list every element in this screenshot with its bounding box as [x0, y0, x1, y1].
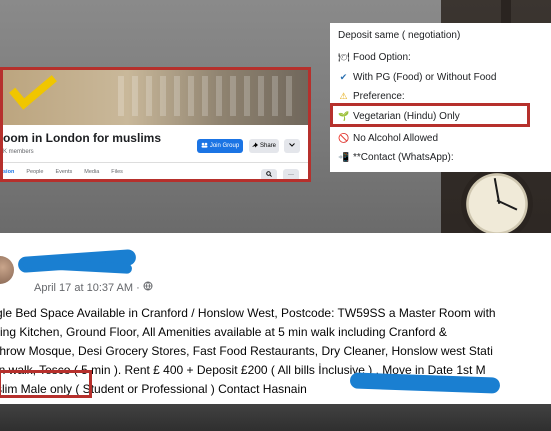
share-icon — [251, 142, 258, 150]
avatar[interactable] — [0, 256, 14, 284]
food-choice-line: ✔ With PG (Food) or Without Food — [339, 72, 497, 83]
plate-icon: 🍽 — [338, 52, 350, 62]
check-icon: ✔ — [339, 72, 348, 82]
no-icon: 🚫 — [338, 133, 350, 143]
tab-media[interactable]: Media — [84, 169, 99, 175]
post-timestamp[interactable]: April 17 at 10:37 AM · — [34, 281, 153, 294]
group-members-count: K members — [3, 149, 34, 155]
vegetarian-highlight-box — [330, 103, 530, 127]
join-group-label: Join Group — [209, 143, 240, 149]
group-more-button[interactable]: ··· — [283, 169, 299, 179]
no-alcohol-line: 🚫 No Alcohol Allowed — [338, 133, 439, 144]
more-options-button[interactable] — [284, 139, 300, 153]
post-line: throw Mosque, Desi Grocery Stores, Fast … — [0, 344, 493, 358]
group-tabs: sion People Events Media Files — [3, 169, 123, 175]
post-line: gle Bed Space Available in Cranford / Ho… — [0, 306, 496, 320]
divider — [3, 162, 308, 163]
warning-icon: ⚠ — [339, 91, 348, 101]
deposit-line: Deposit same ( negotiation) — [338, 30, 461, 41]
tab-people[interactable]: People — [26, 169, 43, 175]
listing-details-panel: Deposit same ( negotiation) 🍽 Food Optio… — [330, 23, 551, 172]
group-cover-photo — [3, 70, 308, 125]
male-only-highlight-box — [0, 370, 92, 398]
tab-discussion[interactable]: sion — [3, 169, 14, 175]
contact-line: 📲 **Contact (WhatsApp): — [338, 152, 454, 163]
group-card: oom in London for muslims K members Join… — [0, 67, 311, 182]
tab-files[interactable]: Files — [111, 169, 123, 175]
clock-face — [461, 168, 533, 240]
share-label: Share — [259, 143, 276, 149]
chevron-down-icon — [289, 143, 295, 149]
share-button[interactable]: Share — [249, 139, 279, 153]
group-icon — [201, 142, 208, 150]
post-line: ring Kitchen, Ground Floor, All Amenitie… — [0, 325, 447, 339]
group-search-button[interactable] — [261, 169, 277, 179]
cover-chevron-graphic — [9, 70, 57, 110]
food-option-line: 🍽 Food Option: — [338, 52, 411, 63]
tower-spire — [501, 0, 511, 24]
phone-icon: 📲 — [338, 152, 350, 162]
globe-icon — [143, 281, 153, 294]
tab-events[interactable]: Events — [55, 169, 72, 175]
more-dots-icon: ··· — [288, 172, 294, 178]
join-group-button[interactable]: Join Group — [197, 139, 243, 153]
active-tab-indicator — [3, 180, 13, 182]
preference-line: ⚠ Preference: — [339, 91, 405, 102]
group-title[interactable]: oom in London for muslims — [3, 131, 161, 145]
cover-windows-graphic — [118, 76, 298, 116]
search-icon — [266, 171, 272, 179]
